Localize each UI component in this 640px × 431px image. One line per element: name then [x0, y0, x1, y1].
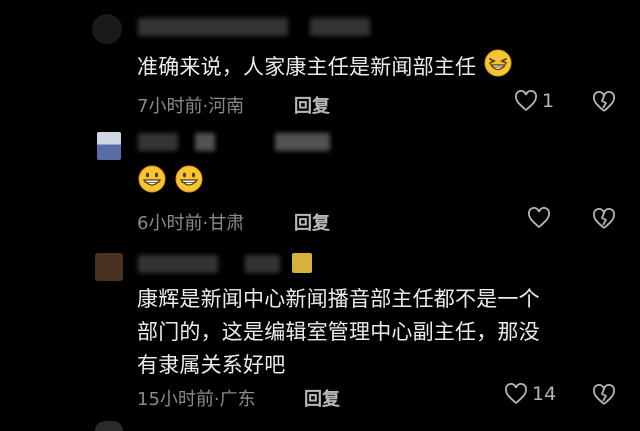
like-button[interactable]: 14: [504, 383, 556, 405]
grinning-squint-emoji: [483, 48, 513, 88]
heart-outline-icon: [514, 90, 538, 112]
like-button[interactable]: [527, 207, 551, 229]
reply-button[interactable]: 回复: [304, 385, 340, 411]
comment-text: 准确来说，人家康主任是新闻部主任: [137, 48, 513, 88]
like-count: 14: [532, 383, 557, 405]
reply-button[interactable]: 回复: [294, 209, 330, 235]
username-suffix-blurred: [310, 18, 370, 36]
reply-button[interactable]: 回复: [294, 92, 330, 118]
comment-item-3: 康辉是新闻中心新闻播音部主任都不是一个部门的，这是编辑室管理中心副主任，那没有隶…: [0, 245, 640, 431]
broken-heart-icon: [592, 91, 616, 113]
badge-icon: [292, 253, 312, 273]
username-blurred-2: [195, 133, 215, 151]
grinning-face-emoji: [174, 164, 204, 204]
heart-outline-icon: [527, 207, 551, 229]
username-blurred-3: [275, 133, 330, 151]
comment-text: [137, 164, 204, 204]
comment-meta: 15小时前·广东: [137, 389, 256, 410]
avatar[interactable]: [92, 14, 122, 44]
avatar-next-comment: [95, 421, 123, 431]
like-count: 1: [542, 90, 555, 112]
comment-item-1: 准确来说，人家康主任是新闻部主任 7小时前·河南 回复 1: [0, 0, 640, 120]
broken-heart-icon: [592, 208, 616, 230]
comment-item-2: 6小时前·甘肃 回复: [0, 120, 640, 245]
heart-outline-icon: [504, 383, 528, 405]
username-blurred[interactable]: [138, 255, 218, 273]
username-blurred[interactable]: [138, 133, 178, 151]
broken-heart-icon: [592, 384, 616, 406]
avatar[interactable]: [97, 132, 121, 160]
comment-meta: 7小时前·河南: [137, 96, 245, 117]
username-suffix-blurred: [245, 255, 280, 273]
username-blurred[interactable]: [138, 18, 288, 36]
dislike-button[interactable]: [592, 384, 616, 406]
comment-meta: 6小时前·甘肃: [137, 213, 245, 234]
like-button[interactable]: 1: [514, 90, 554, 112]
avatar[interactable]: [95, 253, 123, 281]
dislike-button[interactable]: [592, 208, 616, 230]
dislike-button[interactable]: [592, 91, 616, 113]
comment-text: 康辉是新闻中心新闻播音部主任都不是一个部门的，这是编辑室管理中心副主任，那没有隶…: [137, 287, 540, 377]
grinning-face-emoji: [137, 164, 167, 204]
